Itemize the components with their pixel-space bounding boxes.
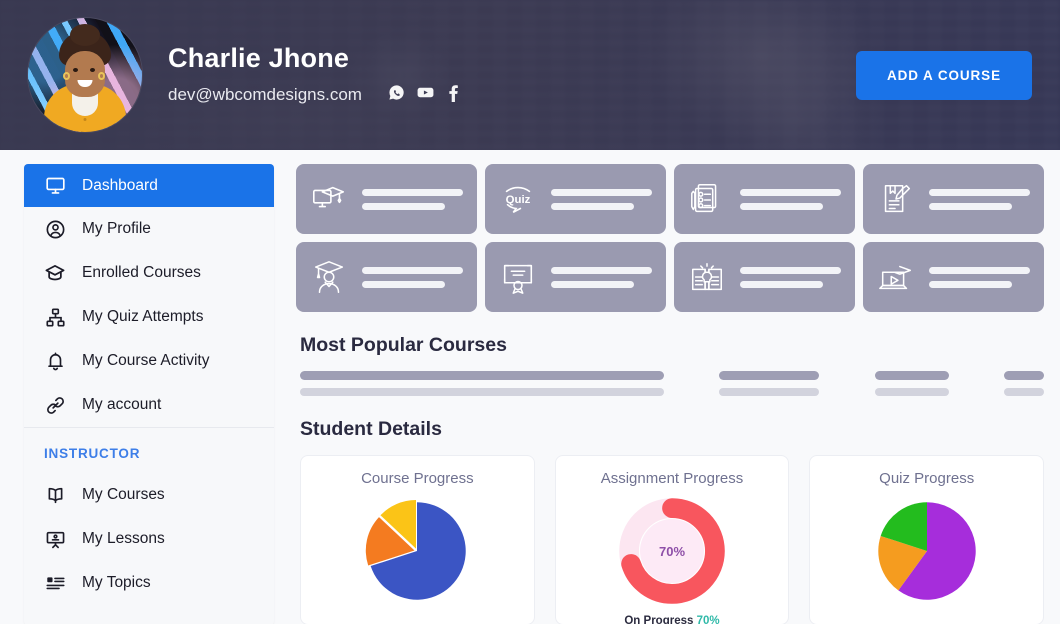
monitor-graduation-icon xyxy=(310,180,348,218)
gauge-caption: On Progress 70% xyxy=(614,615,730,624)
stat-card[interactable]: Quiz xyxy=(485,164,666,234)
sidebar-item-my-lessons[interactable]: My Lessons xyxy=(24,517,274,561)
quiz-bubble-icon: Quiz xyxy=(499,180,537,218)
gauge-caption-text: On Progress xyxy=(624,615,694,624)
chart-card-course-progress: Course Progress xyxy=(300,455,535,624)
sidebar-instructor-group: INSTRUCTOR My Courses My Lessons My Topi… xyxy=(24,427,274,605)
sidebar-group-label-instructor: INSTRUCTOR xyxy=(44,446,141,461)
list-text-icon xyxy=(44,573,66,594)
main-content: Quiz Most Popular Courses Student Detail… xyxy=(296,164,1045,624)
sidebar-item-my-topics[interactable]: My Topics xyxy=(24,561,274,605)
course-placeholder xyxy=(719,371,820,396)
whatsapp-icon[interactable] xyxy=(388,84,405,106)
user-email: dev@wbcomdesigns.com xyxy=(168,85,362,104)
chart-card-quiz-progress: Quiz Progress xyxy=(809,455,1045,624)
course-progress-pie-chart[interactable] xyxy=(359,493,475,609)
gauge-center-value: 70% xyxy=(640,519,704,583)
sidebar-item-my-profile[interactable]: My Profile xyxy=(24,207,274,251)
chart-card-assignment-progress: Assignment Progress 70% On Progress 70% xyxy=(554,455,790,624)
stat-card[interactable] xyxy=(296,242,477,312)
avatar[interactable] xyxy=(28,18,142,132)
student-details-title: Student Details xyxy=(300,418,442,440)
course-placeholder xyxy=(300,371,664,396)
chart-title: Quiz Progress xyxy=(879,470,975,487)
note-pencil-icon xyxy=(877,180,915,218)
chart-title: Assignment Progress xyxy=(600,470,744,487)
course-placeholder xyxy=(1003,371,1044,396)
avatar-portrait xyxy=(28,18,142,132)
sidebar-item-label: Enrolled Courses xyxy=(82,264,201,281)
add-course-button[interactable]: ADD A COURSE xyxy=(855,50,1032,100)
sidebar-item-label: My Quiz Attempts xyxy=(82,308,204,325)
sitemap-icon xyxy=(44,307,66,328)
sidebar-item-label: My Topics xyxy=(82,574,151,591)
course-placeholder xyxy=(874,371,949,396)
student-graduate-icon xyxy=(310,258,348,296)
sidebar-item-label: My Course Activity xyxy=(82,352,210,369)
gauge-caption-value: 70% xyxy=(696,615,720,624)
stat-card[interactable] xyxy=(863,242,1044,312)
sidebar-item-my-quiz-attempts[interactable]: My Quiz Attempts xyxy=(24,295,274,339)
stat-card[interactable] xyxy=(485,242,666,312)
sidebar-item-my-account[interactable]: My account xyxy=(24,383,274,427)
presentation-icon xyxy=(44,529,66,550)
sidebar: Dashboard My Profile Enrolled Courses My… xyxy=(24,164,274,624)
stat-card-grid: Quiz xyxy=(296,164,1044,312)
stat-card[interactable] xyxy=(296,164,477,234)
facebook-icon[interactable] xyxy=(446,84,461,107)
user-circle-icon xyxy=(44,219,66,240)
stat-card[interactable] xyxy=(863,164,1044,234)
sidebar-item-my-courses[interactable]: My Courses xyxy=(24,473,274,517)
student-details-charts: Course Progress Assignment Progress 70% xyxy=(296,455,1045,624)
link-icon xyxy=(44,395,66,416)
chart-title: Course Progress xyxy=(361,470,474,487)
sidebar-item-label: My Lessons xyxy=(82,530,165,547)
sidebar-item-dashboard[interactable]: Dashboard xyxy=(24,164,274,207)
book-idea-icon xyxy=(688,258,726,296)
sidebar-main-group: Dashboard My Profile Enrolled Courses My… xyxy=(24,164,274,427)
sidebar-item-label: My Courses xyxy=(82,486,165,503)
profile-header: Charlie Jhone dev@wbcomdesigns.com ADD A… xyxy=(0,0,1060,150)
most-popular-courses-title: Most Popular Courses xyxy=(300,334,507,356)
page-title: Charlie Jhone xyxy=(168,43,350,73)
monitor-icon xyxy=(44,175,66,196)
sidebar-item-enrolled-courses[interactable]: Enrolled Courses xyxy=(24,251,274,295)
sidebar-item-label: My Profile xyxy=(82,220,151,237)
youtube-icon[interactable] xyxy=(416,83,435,107)
bell-icon xyxy=(44,351,66,372)
stat-card[interactable] xyxy=(674,242,855,312)
sidebar-item-label: My account xyxy=(82,396,162,413)
svg-text:Quiz: Quiz xyxy=(506,194,531,206)
sidebar-item-my-course-activity[interactable]: My Course Activity xyxy=(24,339,274,383)
quiz-progress-pie-chart[interactable] xyxy=(869,493,985,609)
video-course-icon xyxy=(877,258,915,296)
graduation-cap-icon xyxy=(44,262,66,284)
checklist-pencil-icon xyxy=(688,180,726,218)
book-open-icon xyxy=(44,485,66,506)
social-links xyxy=(388,83,461,107)
sidebar-item-label: Dashboard xyxy=(82,176,158,194)
most-popular-courses-placeholders xyxy=(296,371,1044,396)
stat-card[interactable] xyxy=(674,164,855,234)
certificate-icon xyxy=(499,258,537,296)
